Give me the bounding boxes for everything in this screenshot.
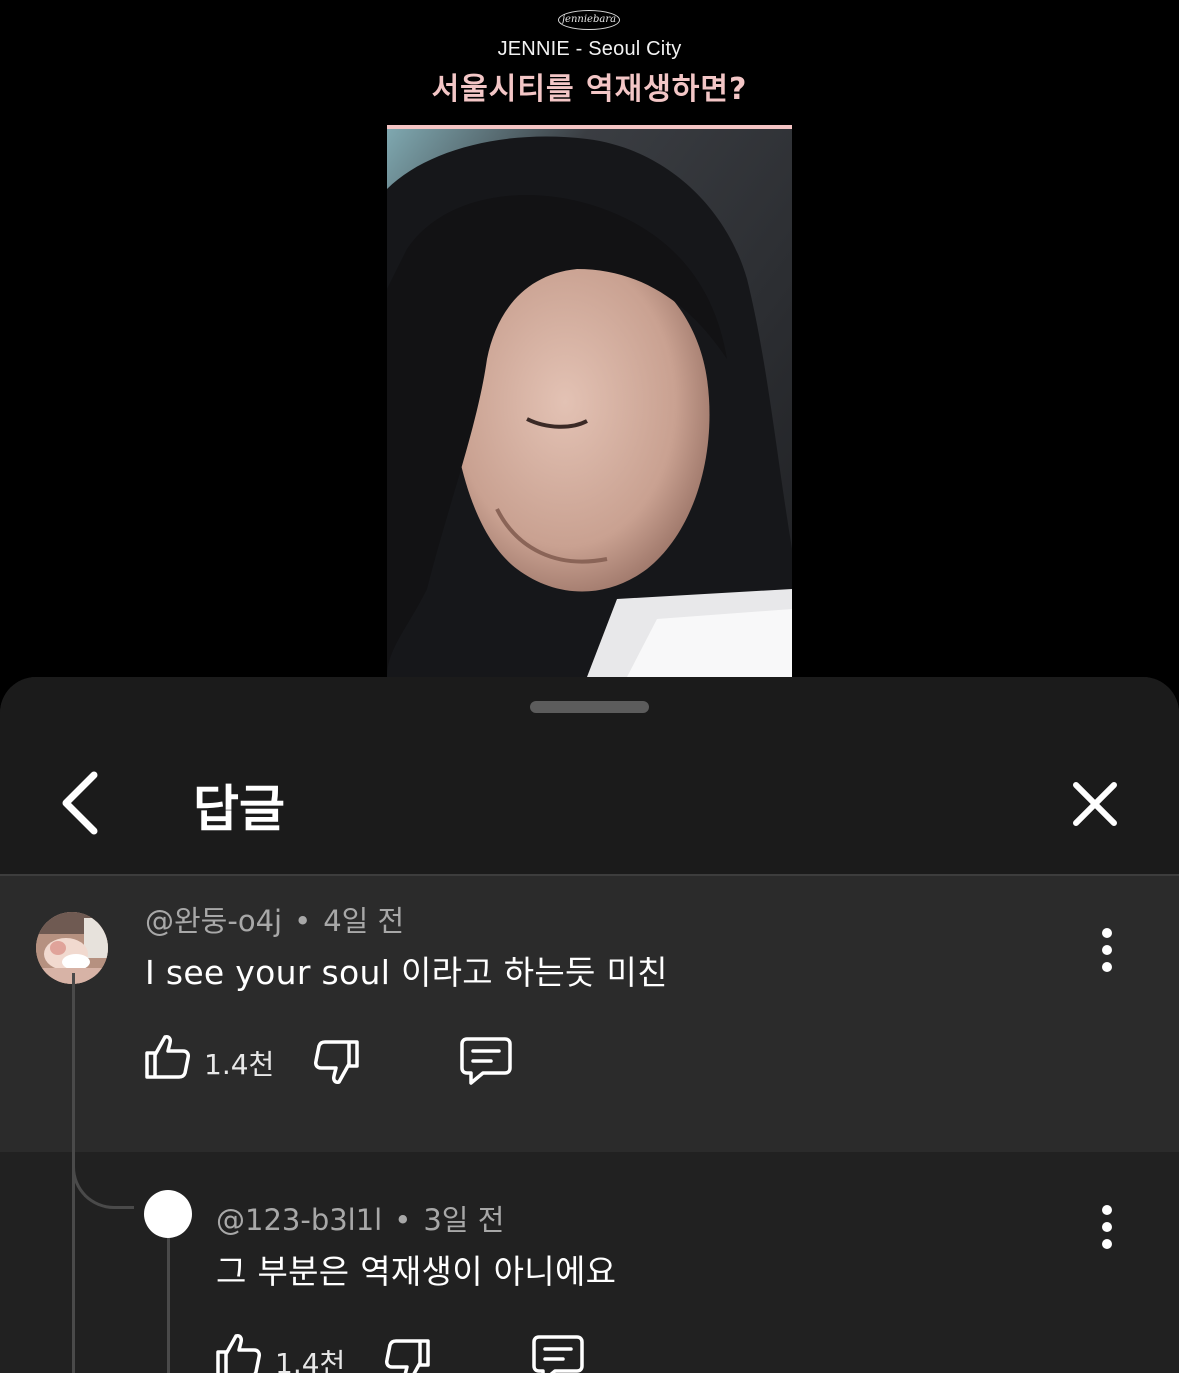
reply-author[interactable]: @123-b3l1l bbox=[216, 1203, 382, 1237]
more-vertical-icon bbox=[1102, 1205, 1112, 1249]
back-button[interactable] bbox=[52, 769, 112, 837]
video-player[interactable]: jenniebara JENNIE - Seoul City 서울시티를 역재생… bbox=[0, 0, 1179, 680]
video-frame bbox=[387, 129, 792, 677]
meta-separator: • bbox=[394, 1203, 412, 1237]
thumbs-up-icon bbox=[216, 1334, 261, 1373]
reply-avatar[interactable] bbox=[144, 1190, 192, 1238]
reply-like-count: 1.4천 bbox=[275, 1347, 346, 1373]
reply-meta: @123-b3l1l • 3일 전 bbox=[216, 1197, 504, 1239]
reply-button[interactable] bbox=[459, 1036, 513, 1090]
reply-dislike-button[interactable] bbox=[384, 1337, 432, 1373]
comment-author[interactable]: @완둥-o4j bbox=[145, 904, 282, 938]
more-vertical-icon bbox=[1102, 928, 1112, 972]
reply-text: 그 부분은 역재생이 아니에요 bbox=[216, 1252, 617, 1291]
meta-separator: • bbox=[294, 904, 312, 938]
comment-text: I see your soul 이라고 하는듯 미친 bbox=[145, 953, 668, 992]
close-icon bbox=[1073, 782, 1117, 826]
video-title: JENNIE - Seoul City bbox=[497, 38, 682, 60]
sheet-title: 답글 bbox=[193, 780, 285, 838]
video-frame-image bbox=[387, 129, 792, 677]
dislike-button[interactable] bbox=[313, 1038, 361, 1090]
comment-meta: @완둥-o4j • 4일 전 bbox=[145, 898, 404, 940]
reply-thread-line bbox=[167, 1234, 170, 1373]
comment-time: 4일 전 bbox=[323, 904, 405, 938]
like-count: 1.4천 bbox=[204, 1048, 275, 1081]
thumbs-up-icon bbox=[145, 1035, 190, 1079]
drag-handle[interactable] bbox=[530, 701, 649, 713]
comment-item: @완둥-o4j • 4일 전 I see your soul 이라고 하는듯 미친 … bbox=[0, 876, 1179, 1152]
thumbs-down-icon bbox=[314, 1040, 359, 1084]
chevron-left-icon bbox=[62, 771, 98, 835]
channel-logo: jenniebara bbox=[558, 10, 620, 30]
replies-sheet: 답글 @완둥-o4j • 4일 전 I see your soul 이라고 하는듯 … bbox=[0, 677, 1179, 1373]
reply-more-button[interactable] bbox=[1087, 1202, 1127, 1252]
thumbs-down-icon bbox=[385, 1339, 430, 1373]
reply-time: 3일 전 bbox=[423, 1203, 505, 1237]
thread-connector bbox=[72, 1147, 134, 1209]
comment-more-button[interactable] bbox=[1087, 925, 1127, 975]
comment-icon bbox=[532, 1335, 584, 1373]
video-subtitle: 서울시티를 역재생하면? bbox=[431, 72, 748, 107]
reply-like-button[interactable] bbox=[214, 1332, 262, 1373]
reply-reply-button[interactable] bbox=[531, 1334, 585, 1373]
comment-icon bbox=[460, 1037, 512, 1085]
close-button[interactable] bbox=[1064, 773, 1126, 835]
like-button[interactable] bbox=[143, 1033, 191, 1085]
